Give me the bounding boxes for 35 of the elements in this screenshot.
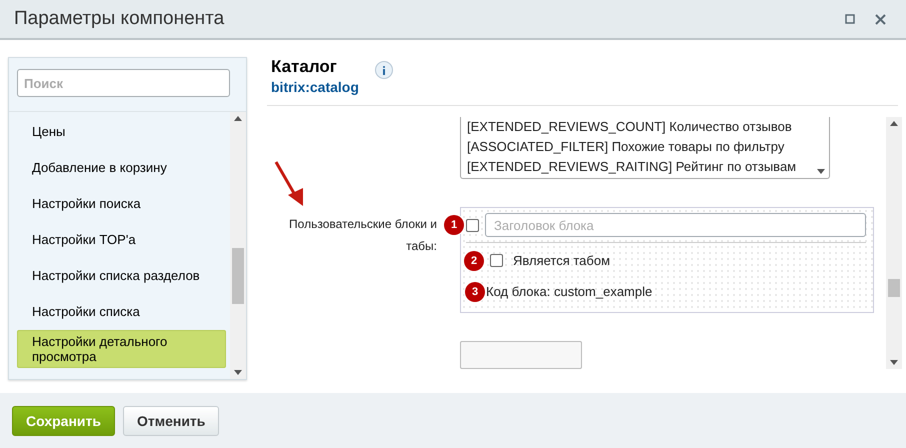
sidebar-item[interactable]: Настройки списка: [17, 294, 226, 329]
scrollbar[interactable]: [230, 112, 246, 379]
scrollbar[interactable]: [886, 117, 902, 369]
list-option[interactable]: [ASSOCIATED_FILTER] Похожие товары по фильтру: [467, 139, 811, 154]
list-option[interactable]: [EXTENDED_REVIEWS_RAITING] Рейтинг по отзывам: [467, 159, 811, 174]
block-code-text: Код блока: custom_example: [486, 284, 652, 300]
scroll-down-icon[interactable]: [234, 370, 242, 375]
field-label: Пользовательские блоки и табы:: [288, 216, 437, 256]
checkbox[interactable]: [490, 254, 503, 268]
scroll-down-icon[interactable]: [890, 360, 898, 365]
sidebar-item[interactable]: Настройки детального просмотра: [17, 330, 226, 368]
scroll-up-icon[interactable]: [890, 121, 898, 126]
sidebar-item[interactable]: Цены: [17, 114, 226, 149]
window-title: Параметры компонента: [14, 8, 226, 30]
sidebar-item[interactable]: Добавление в корзину: [17, 150, 226, 185]
number-badge: 1: [444, 215, 464, 236]
scroll-down-icon[interactable]: [817, 169, 825, 174]
component-title: Каталог: [271, 57, 338, 77]
cancel-button[interactable]: Отменить: [122, 406, 220, 436]
scrollbar-thumb[interactable]: [888, 279, 900, 297]
list-option[interactable]: [EXTENDED_REVIEWS_COUNT] Количество отзывов: [467, 119, 811, 134]
sidebar-item[interactable]: Настройки поиска: [17, 186, 226, 221]
sidebar-item[interactable]: Настройки списка разделов: [17, 258, 226, 293]
number-badge: 3: [465, 282, 485, 302]
checkbox-label: Является табом: [513, 253, 610, 268]
scroll-up-icon[interactable]: [234, 116, 242, 121]
sidebar-item[interactable]: Настройки TOP'а: [17, 222, 226, 257]
options-listbox[interactable]: [EXTENDED_REVIEWS_COUNT] Количество отзывов [ASSOCIATED_FILTER] Похожие товары по фильтру [EXTENDED_REVIEWS_RAITING] Рейтинг по отзывам: [460, 117, 830, 180]
info-icon[interactable]: [374, 61, 393, 79]
component-code-link[interactable]: bitrix:catalog: [271, 79, 359, 95]
checkbox[interactable]: [466, 218, 479, 232]
scrollbar-thumb[interactable]: [232, 248, 244, 304]
search-field[interactable]: Поиск: [17, 69, 230, 97]
number-badge: 2: [464, 250, 484, 271]
block-title-field[interactable]: Заголовок блока: [485, 213, 866, 238]
